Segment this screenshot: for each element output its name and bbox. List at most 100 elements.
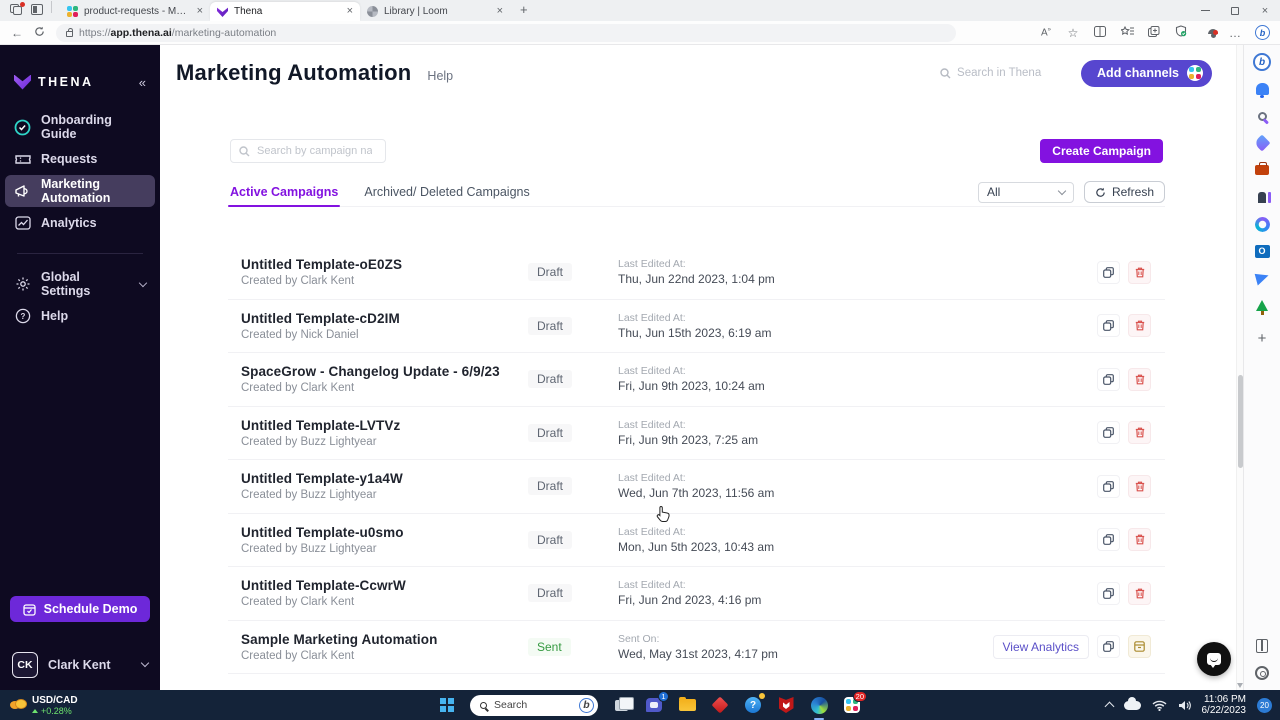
bing-chat-icon[interactable]: b: [1255, 25, 1270, 40]
schedule-demo-button[interactable]: Schedule Demo: [10, 596, 150, 622]
onedrive-icon[interactable]: [1123, 696, 1141, 710]
copy-button[interactable]: [1097, 314, 1120, 338]
sidebar-item-marketing-automation[interactable]: Marketing Automation: [5, 175, 155, 207]
add-channels-button[interactable]: Add channels: [1081, 59, 1212, 87]
speaker-icon[interactable]: [1178, 700, 1191, 711]
mcafee-button[interactable]: [776, 695, 796, 715]
campaign-row[interactable]: SpaceGrow - Changelog Update - 6/9/23 Cr…: [228, 353, 1165, 407]
refresh-button[interactable]: Refresh: [1083, 181, 1165, 203]
sidebar-item-analytics[interactable]: Analytics: [5, 207, 155, 239]
back-icon[interactable]: ←: [6, 26, 28, 40]
delete-button[interactable]: [1128, 581, 1151, 605]
campaign-name[interactable]: Untitled Template-LVTVz: [241, 418, 528, 433]
page-scrollbar[interactable]: [1236, 45, 1243, 690]
close-tab-icon[interactable]: ×: [347, 6, 353, 17]
sidebar-item-help[interactable]: ? Help: [5, 300, 155, 332]
delete-button[interactable]: [1128, 528, 1151, 552]
campaign-name[interactable]: Untitled Template-u0smo: [241, 525, 528, 540]
tree-icon[interactable]: [1252, 295, 1272, 315]
close-tab-icon[interactable]: ×: [197, 6, 203, 17]
campaign-name[interactable]: Sample Marketing Automation: [241, 632, 528, 647]
help-link[interactable]: Help: [427, 69, 453, 83]
campaign-filter-select[interactable]: All: [977, 181, 1074, 203]
refresh-page-icon[interactable]: [28, 26, 50, 40]
office-people-icon[interactable]: [1252, 187, 1272, 207]
tray-expand-icon[interactable]: [1104, 701, 1114, 712]
campaign-name[interactable]: Untitled Template-CcwrW: [241, 578, 528, 593]
copy-button[interactable]: [1097, 528, 1120, 552]
create-campaign-button[interactable]: Create Campaign: [1040, 139, 1163, 163]
campaign-row[interactable]: Untitled Template-y1a4W Created by Buzz …: [228, 460, 1165, 514]
browser-essentials-icon[interactable]: [1174, 25, 1188, 40]
file-explorer-button[interactable]: [677, 695, 697, 715]
copy-button[interactable]: [1097, 581, 1120, 605]
address-bar[interactable]: https://app.thena.ai/marketing-automatio…: [56, 23, 956, 42]
slack-app-button[interactable]: 20: [842, 691, 867, 715]
campaign-search-input[interactable]: [257, 145, 372, 157]
campaign-name[interactable]: Untitled Template-cD2IM: [241, 311, 528, 326]
notifications-bell-icon[interactable]: [1252, 79, 1272, 99]
global-search-input[interactable]: [957, 67, 1058, 79]
collections-star-icon[interactable]: [1119, 25, 1134, 40]
tab-loom[interactable]: Library | Loom ×: [360, 2, 510, 21]
sidebar-item-global-settings[interactable]: Global Settings: [5, 268, 155, 300]
toolbox-icon[interactable]: [1252, 160, 1272, 180]
read-aloud-icon[interactable]: A»: [1039, 27, 1053, 38]
edge-button[interactable]: [809, 695, 829, 720]
get-help-button[interactable]: ?: [743, 693, 765, 715]
campaign-name[interactable]: Untitled Template-oE0ZS: [241, 257, 528, 272]
task-view-button[interactable]: [611, 695, 634, 715]
lock-icon[interactable]: [66, 27, 73, 37]
close-window-button[interactable]: ×: [1250, 0, 1280, 21]
tab-active-campaigns[interactable]: Active Campaigns: [228, 185, 341, 207]
copy-button[interactable]: [1097, 474, 1120, 498]
taskbar-clock[interactable]: 11:06 PM 6/22/2023: [1202, 694, 1247, 716]
global-search[interactable]: [940, 67, 1065, 79]
sidebar-item-requests[interactable]: Requests: [5, 143, 155, 175]
journal-icon[interactable]: [1252, 636, 1272, 656]
campaign-row[interactable]: Sample Marketing Automation Created by C…: [228, 621, 1165, 674]
campaign-name[interactable]: SpaceGrow - Changelog Update - 6/9/23: [241, 364, 528, 379]
campaign-row[interactable]: Untitled Template-cD2IM Created by Nick …: [228, 300, 1165, 353]
split-screen-icon[interactable]: [1093, 25, 1107, 40]
campaign-search[interactable]: [230, 139, 386, 163]
delete-button[interactable]: [1128, 421, 1151, 445]
collapse-sidebar-icon[interactable]: «: [139, 75, 146, 90]
copy-button[interactable]: [1097, 635, 1120, 659]
campaign-row[interactable]: Untitled Template-oE0ZS Created by Clark…: [228, 246, 1165, 300]
start-button[interactable]: [437, 695, 457, 715]
new-tab-button[interactable]: +: [520, 2, 528, 17]
more-menu-icon[interactable]: …: [1228, 26, 1242, 40]
add-collection-icon[interactable]: [1147, 25, 1161, 40]
chat-widget-button[interactable]: [1197, 642, 1231, 676]
loop-icon[interactable]: [1252, 214, 1272, 234]
delete-button[interactable]: [1128, 367, 1151, 391]
wifi-icon[interactable]: [1152, 700, 1167, 711]
bing-chat-icon[interactable]: b: [1252, 52, 1272, 72]
taskbar-search[interactable]: Search b: [470, 694, 598, 716]
sidebar-item-onboarding-guide[interactable]: Onboarding Guide: [5, 111, 155, 143]
tab-archived-campaigns[interactable]: Archived/ Deleted Campaigns: [362, 185, 531, 206]
workspaces-icon[interactable]: [10, 1, 25, 16]
sidebar-settings-icon[interactable]: [1252, 663, 1272, 683]
campaign-name[interactable]: Untitled Template-y1a4W: [241, 471, 528, 486]
user-menu[interactable]: CK Clark Kent: [12, 652, 150, 678]
campaign-row[interactable]: Untitled Template-LVTVz Created by Buzz …: [228, 407, 1165, 460]
tab-thena-active[interactable]: Thena ×: [210, 2, 360, 21]
campaign-row[interactable]: Untitled Template-u0smo Created by Buzz …: [228, 514, 1165, 567]
delete-button[interactable]: [1128, 314, 1151, 338]
minimize-button[interactable]: [1190, 0, 1220, 21]
tab-slack[interactable]: product-requests - Manage Slac ×: [60, 2, 210, 21]
diamond-app-button[interactable]: [710, 695, 730, 715]
send-icon[interactable]: [1252, 268, 1272, 288]
copy-button[interactable]: [1097, 260, 1120, 284]
outlook-icon[interactable]: O: [1252, 241, 1272, 261]
copy-button[interactable]: [1097, 367, 1120, 391]
maximize-button[interactable]: [1220, 0, 1250, 21]
copy-button[interactable]: [1097, 421, 1120, 445]
shopping-tag-icon[interactable]: [1252, 133, 1272, 153]
search-icon[interactable]: [1252, 106, 1272, 126]
delete-button[interactable]: [1128, 260, 1151, 284]
taskbar-widget[interactable]: USD/CAD +0.28%: [0, 690, 88, 720]
view-analytics-button[interactable]: View Analytics: [992, 634, 1089, 659]
